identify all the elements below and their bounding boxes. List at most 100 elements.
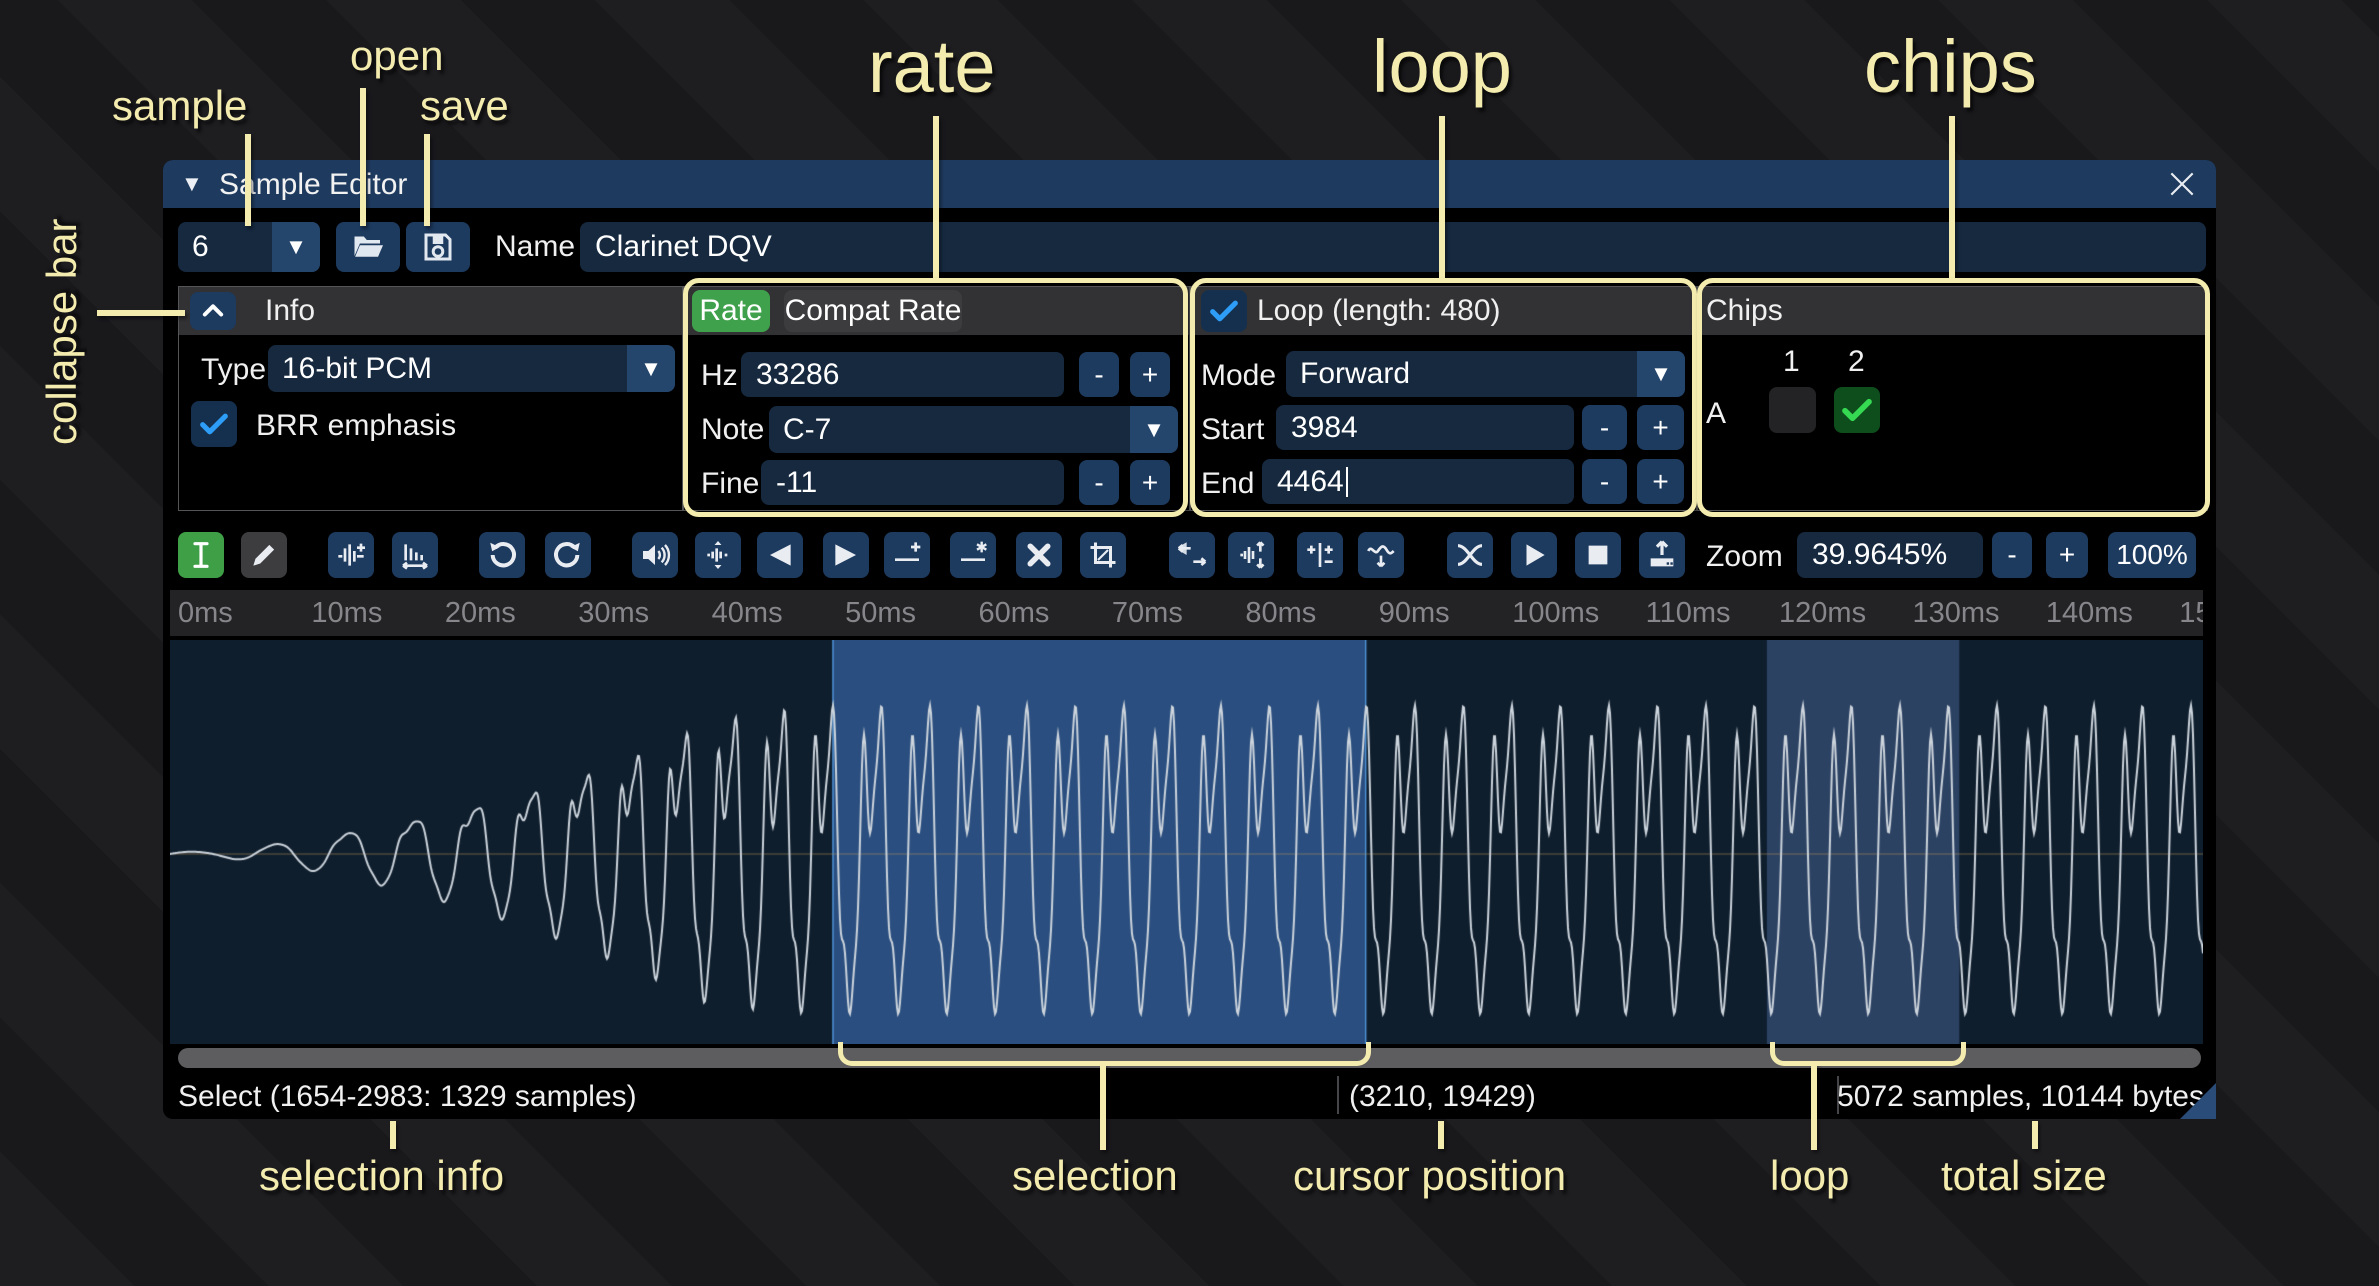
collapse-bar-button[interactable]	[190, 292, 236, 330]
zoom-reset-button[interactable]: 100%	[2108, 532, 2196, 578]
trim-button[interactable]	[1080, 532, 1126, 578]
redo-button[interactable]	[545, 532, 591, 578]
annotation-sample: sample	[112, 82, 247, 130]
ruler-label: 140ms	[2046, 597, 2133, 630]
upload-icon	[1646, 539, 1678, 571]
title-bar[interactable]: ▼ Sample Editor	[163, 160, 2216, 208]
annotation-bracket-selection	[838, 1042, 1371, 1066]
ruler-label: 70ms	[1112, 597, 1183, 630]
annotation-bracket-loop	[1770, 1042, 1966, 1066]
chevron-down-icon[interactable]: ▼	[627, 345, 675, 392]
chevron-down-icon[interactable]: ▼	[272, 222, 320, 272]
wave-vertical-arrows-icon	[702, 539, 734, 571]
edit-mode-button[interactable]	[178, 532, 224, 578]
wave-plus-icon	[335, 539, 367, 571]
wave-stretch-icon	[399, 539, 431, 571]
resample-button[interactable]	[392, 532, 438, 578]
reverse-button[interactable]	[1169, 532, 1215, 578]
filter-button[interactable]	[1358, 532, 1404, 578]
fade-out-button[interactable]	[823, 532, 869, 578]
normalize-button[interactable]	[695, 532, 741, 578]
info-panel: Info Type 16-bit PCM ▼ BRR emphasis	[178, 286, 683, 511]
ruler-label: 0ms	[178, 597, 233, 630]
waveform-view[interactable]	[170, 640, 2203, 1044]
brr-emphasis-label: BRR emphasis	[256, 409, 456, 443]
fade-in-button[interactable]	[757, 532, 803, 578]
annotation-line-sample	[245, 134, 251, 226]
fade-out-icon	[830, 539, 862, 571]
sample-type-dropdown[interactable]: 16-bit PCM ▼	[268, 345, 675, 392]
cursor-position-text: (3210, 19429)	[1349, 1080, 1536, 1114]
annotation-line-collapse-bar	[97, 310, 185, 316]
close-button[interactable]	[2166, 168, 2198, 200]
info-panel-header: Info	[179, 287, 682, 335]
insert-silence-button[interactable]	[884, 532, 930, 578]
filter-wave-icon	[1365, 539, 1397, 571]
stop-preview-button[interactable]	[1575, 532, 1621, 578]
annotation-loop: loop	[1372, 24, 1512, 109]
play-icon	[1519, 540, 1549, 570]
crop-icon	[1088, 540, 1118, 570]
ruler-label: 40ms	[712, 597, 783, 630]
zoom-input[interactable]: 39.9645%	[1797, 532, 1983, 578]
type-label: Type	[201, 353, 266, 387]
annotation-open: open	[350, 32, 443, 80]
annotation-chips: chips	[1864, 24, 2037, 109]
amplify-button[interactable]	[632, 532, 678, 578]
ruler-label: 10ms	[311, 597, 382, 630]
annotation-line-selection-info	[390, 1121, 396, 1149]
ruler-label: 150ms	[2179, 597, 2203, 630]
draw-mode-button[interactable]	[241, 532, 287, 578]
ruler-label: 120ms	[1779, 597, 1866, 630]
plus-minus-sign-icon	[1304, 539, 1336, 571]
zoom-in-button[interactable]: +	[2046, 532, 2088, 578]
zoom-label: Zoom	[1706, 540, 1783, 574]
reverse-icon	[1176, 539, 1208, 571]
zoom-out-button[interactable]: -	[1992, 532, 2032, 578]
annotation-line-save	[424, 134, 430, 226]
sample-name-value: Clarinet DQV	[580, 230, 772, 263]
annotation-rate: rate	[868, 24, 996, 109]
annotation-total-size: total size	[1941, 1152, 2107, 1200]
annotation-selection: selection	[1012, 1152, 1178, 1200]
silence-plus-icon	[891, 539, 923, 571]
ruler-label: 50ms	[845, 597, 916, 630]
status-divider	[1337, 1076, 1339, 1114]
open-sample-button[interactable]	[336, 222, 400, 272]
undo-button[interactable]	[479, 532, 525, 578]
upload-sample-button[interactable]	[1639, 532, 1685, 578]
annotation-line-loop-marker	[1811, 1062, 1817, 1150]
annotation-box-rate	[683, 278, 1188, 517]
crossfade-button[interactable]	[1447, 532, 1493, 578]
annotation-save: save	[420, 82, 509, 130]
ruler-label: 20ms	[445, 597, 516, 630]
delete-button[interactable]	[1016, 532, 1062, 578]
annotation-cursor-position: cursor position	[1293, 1152, 1566, 1200]
apply-silence-button[interactable]	[950, 532, 996, 578]
invert-button[interactable]	[1228, 532, 1274, 578]
sample-name-input[interactable]: Clarinet DQV	[580, 222, 2206, 272]
ruler-label: 80ms	[1245, 597, 1316, 630]
resize-button[interactable]	[328, 532, 374, 578]
sample-index-dropdown[interactable]: 6 ▼	[178, 222, 320, 272]
pencil-icon	[248, 539, 280, 571]
brr-emphasis-checkbox[interactable]	[191, 401, 237, 447]
save-sample-button[interactable]	[406, 222, 470, 272]
time-ruler[interactable]: 0ms10ms20ms30ms40ms50ms60ms70ms80ms90ms1…	[170, 590, 2203, 636]
resize-grip[interactable]	[2180, 1083, 2216, 1119]
annotation-line-total-size	[2032, 1121, 2038, 1149]
close-icon	[2166, 168, 2198, 200]
ruler-label: 60ms	[979, 597, 1050, 630]
invert-icon	[1235, 539, 1267, 571]
sign-button[interactable]	[1297, 532, 1343, 578]
sample-index-value: 6	[192, 222, 209, 272]
window-collapse-icon[interactable]: ▼	[181, 171, 203, 197]
preview-button[interactable]	[1511, 532, 1557, 578]
fade-in-icon	[764, 539, 796, 571]
total-size-text: 5072 samples, 10144 bytes	[1837, 1080, 2204, 1114]
delete-x-icon	[1024, 540, 1054, 570]
info-header-label: Info	[265, 294, 315, 328]
annotation-line-open	[360, 88, 366, 226]
speaker-icon	[639, 539, 671, 571]
annotation-line-cursor-position	[1438, 1121, 1444, 1149]
